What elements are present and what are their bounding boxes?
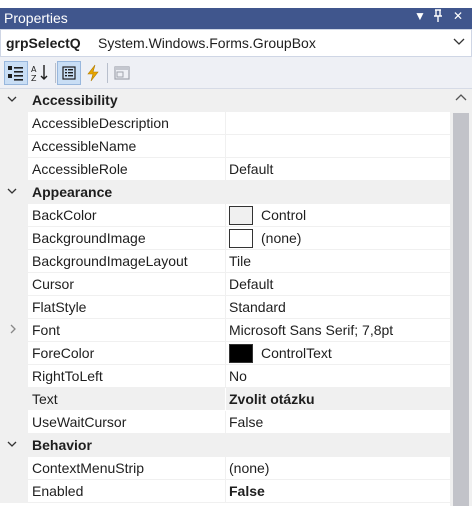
property-name: AccessibleName [32,138,137,154]
category-appearance[interactable]: Appearance [0,181,450,204]
property-row-usewaitcursor[interactable]: UseWaitCursor False [0,411,450,434]
alphabetical-icon[interactable]: A Z [28,61,52,85]
property-row-backgroundimagelayout[interactable]: BackgroundImageLayout Tile [0,250,450,273]
property-value[interactable]: False [229,483,265,499]
property-value[interactable]: False [229,414,263,430]
property-value[interactable]: Default [229,276,273,292]
toolbar-separator [55,63,56,83]
scroll-up-icon[interactable] [454,92,468,106]
property-value[interactable]: (none) [229,460,269,476]
property-name: Cursor [32,276,75,292]
category-label: Behavior [32,437,92,453]
property-row-righttoleft[interactable]: RightToLeft No [0,365,450,388]
property-row-forecolor[interactable]: ForeColor ControlText [0,342,450,365]
properties-toolbar: A Z [0,57,472,89]
categorized-icon[interactable] [4,61,28,85]
property-row-backcolor[interactable]: BackColor Control [0,204,450,227]
properties-icon[interactable] [57,61,81,85]
property-value[interactable]: Control [261,207,306,223]
property-row-accessiblename[interactable]: AccessibleName [0,135,450,158]
toolbar-separator [107,63,108,83]
collapse-icon[interactable] [7,184,17,201]
property-value[interactable]: (none) [261,230,301,246]
property-name: AccessibleDescription [32,115,169,131]
property-value[interactable]: Zvolit otázku [229,391,315,407]
property-row-text[interactable]: Text Zvolit otázku [0,388,450,411]
category-label: Accessibility [32,92,118,108]
property-name: BackgroundImageLayout [32,253,188,269]
property-value[interactable]: Default [229,161,273,177]
property-name: AccessibleRole [32,161,128,177]
property-name: Text [32,391,58,407]
property-row-backgroundimage[interactable]: BackgroundImage (none) [0,227,450,250]
color-swatch [229,206,253,225]
property-value[interactable]: ControlText [261,345,332,361]
category-behavior[interactable]: Behavior [0,434,450,457]
property-name: UseWaitCursor [32,414,127,430]
events-icon[interactable] [81,61,105,85]
close-icon[interactable]: ✕ [450,9,466,27]
property-grid: Accessibility AccessibleDescription Acce… [0,89,450,506]
svg-text:Z: Z [31,74,37,83]
color-swatch [229,344,253,363]
expand-icon[interactable] [9,322,17,339]
properties-title-bar: Properties ▼ ✕ [0,0,472,29]
property-name: Font [32,322,61,338]
property-row-cursor[interactable]: Cursor Default [0,273,450,296]
category-label: Appearance [32,184,113,200]
object-name: grpSelectQ [6,35,81,51]
property-value[interactable]: Standard [229,299,286,315]
svg-text:A: A [31,65,37,74]
property-name: BackColor [32,207,97,223]
category-accessibility[interactable]: Accessibility [0,89,450,112]
property-name: ContextMenuStrip [32,460,145,476]
window-position-dropdown-icon[interactable]: ▼ [412,9,428,27]
collapse-icon[interactable] [7,92,17,109]
object-selector[interactable]: grpSelectQ System.Windows.Forms.GroupBox [0,29,472,57]
property-name: RightToLeft [32,368,103,384]
property-name: Enabled [32,483,84,499]
property-value[interactable]: No [229,368,247,384]
property-row-accessibledescription[interactable]: AccessibleDescription [0,112,450,135]
property-name: BackgroundImage [32,230,146,246]
window-title: Properties [4,10,68,26]
property-row-accessiblerole[interactable]: AccessibleRole Default [0,158,450,181]
property-value[interactable]: Tile [229,253,251,269]
property-row-enabled[interactable]: Enabled False [0,480,450,503]
property-name: FlatStyle [32,299,87,315]
property-name: ForeColor [32,345,95,361]
chevron-down-icon[interactable] [453,33,465,52]
property-value[interactable]: Microsoft Sans Serif; 7,8pt [229,322,393,338]
vertical-scrollbar[interactable] [450,89,472,506]
object-type: System.Windows.Forms.GroupBox [98,35,316,51]
property-row-contextmenustrip[interactable]: ContextMenuStrip (none) [0,457,450,480]
image-preview-box [229,229,253,248]
collapse-icon[interactable] [7,437,17,454]
scrollbar-thumb[interactable] [453,113,469,506]
pin-icon[interactable] [430,9,446,27]
property-pages-icon[interactable] [110,61,134,85]
property-row-flatstyle[interactable]: FlatStyle Standard [0,296,450,319]
property-row-font[interactable]: Font Microsoft Sans Serif; 7,8pt [0,319,450,342]
